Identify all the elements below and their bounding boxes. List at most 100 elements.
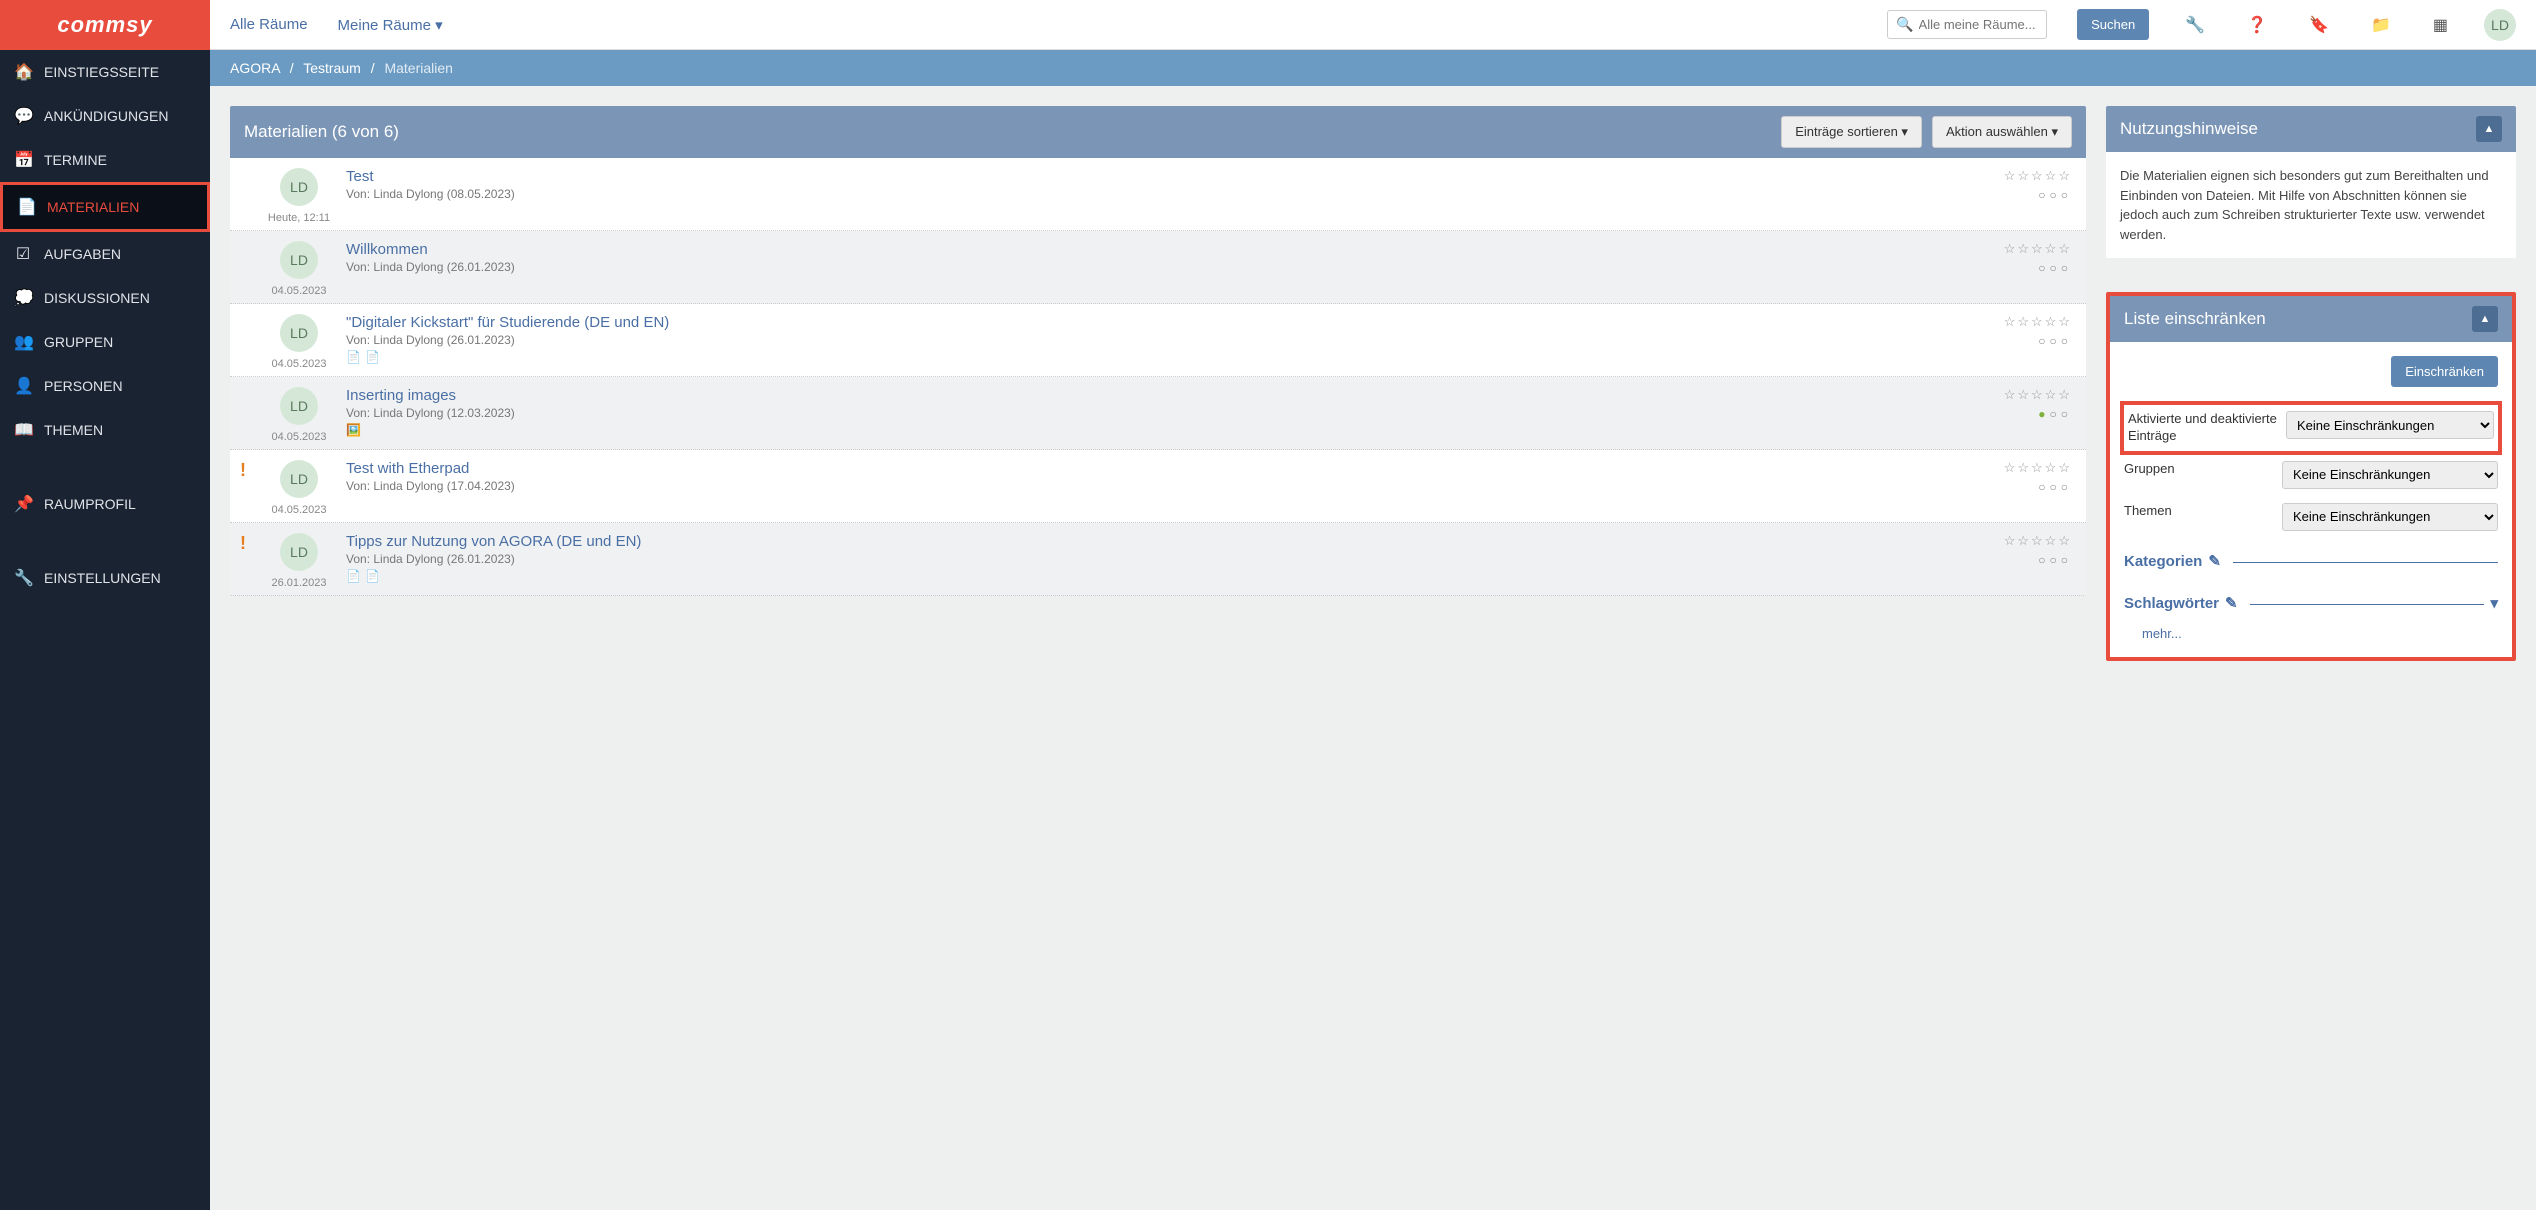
- sidebar-item-5[interactable]: 💭DISKUSSIONEN: [0, 276, 210, 320]
- hints-collapse[interactable]: ▲: [2476, 116, 2502, 142]
- hints-title: Nutzungshinweise: [2120, 119, 2466, 139]
- attachment-icon[interactable]: 📄: [346, 569, 361, 583]
- item-date: 04.05.2023: [264, 285, 334, 297]
- breadcrumb-agora[interactable]: AGORA: [230, 60, 280, 76]
- item-title[interactable]: Tipps zur Nutzung von AGORA (DE und EN): [346, 533, 1970, 550]
- item-rating[interactable]: ☆☆☆☆☆: [1982, 460, 2072, 476]
- filter-collapse[interactable]: ▲: [2472, 306, 2498, 332]
- wrench-icon[interactable]: 🔧: [2179, 15, 2211, 35]
- topbar: Alle Räume Meine Räume ▾ 🔍 Suchen 🔧 ❓ 🔖 …: [210, 0, 2536, 50]
- nav-label: EINSTIEGSSEITE: [44, 64, 159, 80]
- item-title[interactable]: Test with Etherpad: [346, 460, 1970, 477]
- item-rating[interactable]: ☆☆☆☆☆: [1982, 241, 2072, 257]
- sidebar-item-3[interactable]: 📄MATERIALIEN: [0, 182, 210, 232]
- item-title[interactable]: Test: [346, 168, 1970, 185]
- list-item[interactable]: !LD26.01.2023Tipps zur Nutzung von AGORA…: [230, 523, 2086, 596]
- item-title[interactable]: "Digitaler Kickstart" für Studierende (D…: [346, 314, 1970, 331]
- hints-panel: Nutzungshinweise ▲ Die Materialien eigne…: [2106, 106, 2516, 258]
- item-date: 04.05.2023: [264, 358, 334, 370]
- sidebar-item-0[interactable]: 🏠EINSTIEGSSEITE: [0, 50, 210, 94]
- item-progress: ○○○: [1982, 553, 2072, 567]
- item-progress: ●○○: [1982, 407, 2072, 421]
- item-meta: Von: Linda Dylong (26.01.2023): [346, 333, 1970, 347]
- item-attachments: 📄📄: [346, 569, 1970, 583]
- group-icon: 👥: [14, 332, 32, 352]
- sidebar-item-1[interactable]: 💬ANKÜNDIGUNGEN: [0, 94, 210, 138]
- nav-label: PERSONEN: [44, 378, 123, 394]
- bubble-icon: 💬: [14, 106, 32, 126]
- item-rating[interactable]: ☆☆☆☆☆: [1982, 168, 2072, 184]
- attachment-icon[interactable]: 📄: [365, 350, 380, 364]
- user-avatar[interactable]: LD: [2484, 9, 2516, 41]
- breadcrumb: AGORA / Testraum / Materialien: [210, 50, 2536, 86]
- chevron-down-icon[interactable]: ▾: [2490, 593, 2498, 616]
- folder-icon[interactable]: 📁: [2365, 15, 2397, 35]
- help-icon[interactable]: ❓: [2241, 15, 2273, 35]
- filter-select-groups[interactable]: Keine Einschränkungen: [2282, 461, 2498, 489]
- breadcrumb-testraum[interactable]: Testraum: [303, 60, 361, 76]
- attachment-icon[interactable]: 📄: [346, 350, 361, 364]
- sidebar-item-7[interactable]: 👤PERSONEN: [0, 364, 210, 408]
- sidebar-item-4[interactable]: ☑ AUFGABEN: [0, 232, 210, 276]
- filter-more[interactable]: mehr...: [2142, 624, 2498, 644]
- filter-label-themes: Themen: [2124, 503, 2274, 520]
- list-item[interactable]: !LD04.05.2023Test with EtherpadVon: Lind…: [230, 450, 2086, 523]
- item-rating[interactable]: ☆☆☆☆☆: [1982, 533, 2072, 549]
- item-meta: Von: Linda Dylong (08.05.2023): [346, 187, 1970, 201]
- edit-icon[interactable]: ✎: [2208, 551, 2221, 574]
- filter-tags[interactable]: Schlagwörter ✎ ▾: [2124, 593, 2498, 616]
- alert-icon: !: [240, 533, 252, 554]
- filter-categories[interactable]: Kategorien ✎: [2124, 551, 2498, 574]
- item-rating[interactable]: ☆☆☆☆☆: [1982, 314, 2072, 330]
- item-rating[interactable]: ☆☆☆☆☆: [1982, 387, 2072, 403]
- sort-button[interactable]: Einträge sortieren ▾: [1781, 116, 1922, 148]
- edit-icon[interactable]: ✎: [2225, 593, 2238, 616]
- list-item[interactable]: LD04.05.2023"Digitaler Kickstart" für St…: [230, 304, 2086, 377]
- item-attachments: 🖼️: [346, 423, 1970, 437]
- item-title[interactable]: Inserting images: [346, 387, 1970, 404]
- search-icon: 🔍: [1896, 16, 1913, 33]
- list-item[interactable]: LD04.05.2023Inserting imagesVon: Linda D…: [230, 377, 2086, 450]
- filter-label-groups: Gruppen: [2124, 461, 2274, 478]
- nav-label: AUFGABEN: [44, 246, 121, 262]
- search-input-wrap: 🔍: [1887, 10, 2047, 39]
- chat-icon: 💭: [14, 288, 32, 308]
- list-item[interactable]: LDHeute, 12:11TestVon: Linda Dylong (08.…: [230, 158, 2086, 231]
- alert-icon: !: [240, 460, 252, 481]
- item-attachments: 📄📄: [346, 350, 1970, 364]
- item-progress: ○○○: [1982, 334, 2072, 348]
- list-item[interactable]: LD04.05.2023WillkommenVon: Linda Dylong …: [230, 231, 2086, 304]
- materials-title: Materialien (6 von 6): [244, 122, 1771, 142]
- wrench-icon: 🔧: [14, 568, 32, 588]
- sidebar-item-2[interactable]: 📅TERMINE: [0, 138, 210, 182]
- check-icon: ☑: [14, 244, 32, 264]
- calendar-icon: 📅: [14, 150, 32, 170]
- item-title[interactable]: Willkommen: [346, 241, 1970, 258]
- item-meta: Von: Linda Dylong (26.01.2023): [346, 552, 1970, 566]
- grid-icon[interactable]: ▦: [2427, 15, 2454, 35]
- topbar-all-rooms[interactable]: Alle Räume: [230, 16, 308, 33]
- item-avatar: LD: [280, 460, 318, 498]
- sidebar-lower-0[interactable]: 📌RAUMPROFIL: [0, 482, 210, 526]
- action-button[interactable]: Aktion auswählen ▾: [1932, 116, 2072, 148]
- sidebar-lower-1[interactable]: 🔧EINSTELLUNGEN: [0, 556, 210, 600]
- filter-select-themes[interactable]: Keine Einschränkungen: [2282, 503, 2498, 531]
- topbar-my-rooms[interactable]: Meine Räume ▾: [338, 16, 443, 34]
- sidebar-item-6[interactable]: 👥GRUPPEN: [0, 320, 210, 364]
- filter-row-groups: Gruppen Keine Einschränkungen: [2124, 461, 2498, 489]
- materials-list: LDHeute, 12:11TestVon: Linda Dylong (08.…: [230, 158, 2086, 596]
- breadcrumb-current: Materialien: [384, 60, 452, 76]
- attachment-icon[interactable]: 📄: [365, 569, 380, 583]
- bookmark-icon[interactable]: 🔖: [2303, 15, 2335, 35]
- sidebar-item-8[interactable]: 📖THEMEN: [0, 408, 210, 452]
- item-date: 26.01.2023: [264, 577, 334, 589]
- item-progress: ○○○: [1982, 188, 2072, 202]
- logo[interactable]: commsy: [0, 0, 210, 50]
- filter-row-themes: Themen Keine Einschränkungen: [2124, 503, 2498, 531]
- filter-submit[interactable]: Einschränken: [2391, 356, 2498, 387]
- search-button[interactable]: Suchen: [2077, 9, 2149, 40]
- filter-select-activated[interactable]: Keine Einschränkungen: [2286, 411, 2494, 439]
- search-input[interactable]: [1919, 17, 2039, 32]
- item-date: 04.05.2023: [264, 504, 334, 516]
- attachment-icon[interactable]: 🖼️: [346, 423, 361, 437]
